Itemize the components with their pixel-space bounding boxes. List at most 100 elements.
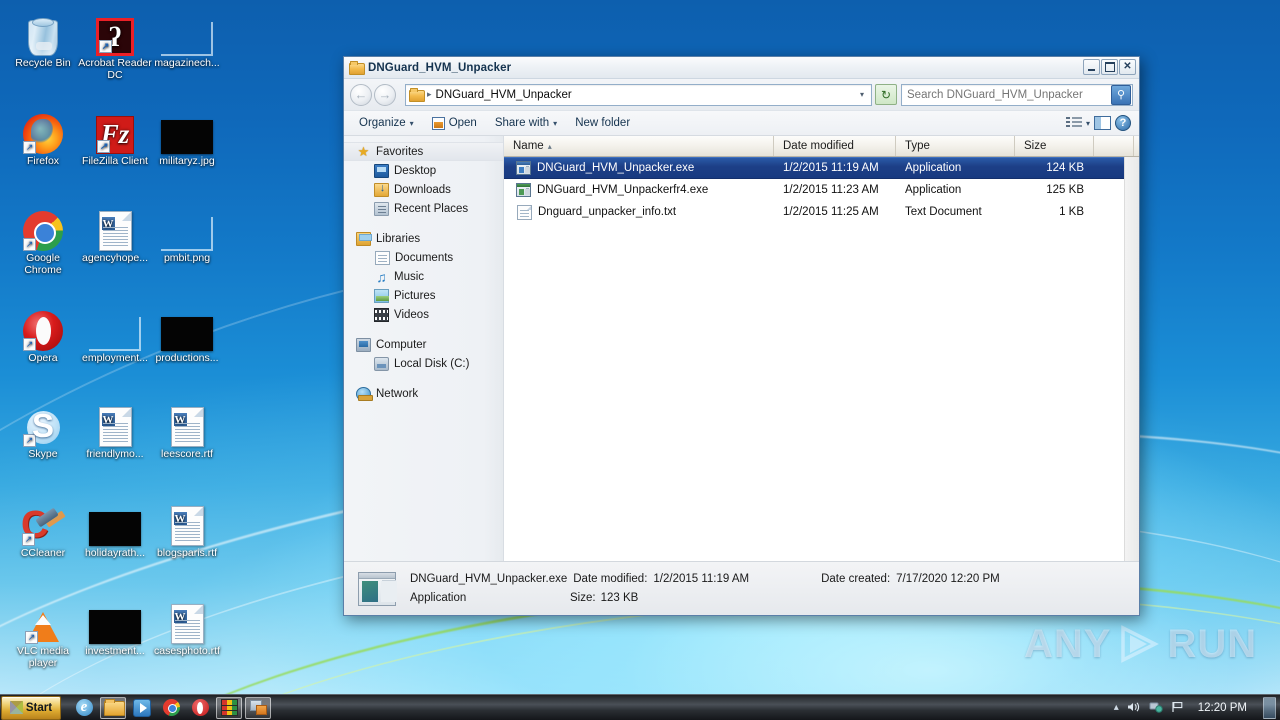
action-center-flag-icon[interactable] (1171, 701, 1184, 715)
details-date-modified-value: 1/2/2015 11:19 AM (653, 572, 750, 585)
taskbar-button-network-app[interactable] (245, 696, 271, 719)
new-folder-button[interactable]: New folder (566, 113, 639, 134)
column-headers: Name ▴ Date modified Type Size (504, 136, 1139, 157)
file-name-cell[interactable]: DNGuard_HVM_Unpackerfr4.exe (504, 183, 774, 197)
doc-icon: W (170, 506, 204, 546)
share-with-button[interactable]: Share with ▾ (486, 113, 566, 134)
search-icon[interactable]: ⚲ (1111, 84, 1131, 105)
help-icon[interactable]: ? (1115, 115, 1131, 131)
desktop-icon-investment[interactable]: investment... (78, 598, 152, 658)
taskbar-button-windows-explorer[interactable] (100, 696, 126, 719)
sidebar-item-computer[interactable]: Computer (344, 335, 503, 354)
desktop-icon-casesphoto-rtf[interactable]: Wcasesphoto.rtf (150, 598, 224, 658)
sidebar-item-pictures[interactable]: Pictures (344, 286, 503, 305)
sidebar-item-network[interactable]: Network (344, 384, 503, 403)
explorer-window[interactable]: DNGuard_HVM_Unpacker ✕ ← → ▸ DNGuard_HVM… (343, 56, 1140, 616)
chevron-down-icon[interactable]: ▾ (1086, 119, 1090, 128)
sidebar-item-videos[interactable]: Videos (344, 305, 503, 324)
desktop-icon-opera[interactable]: ↗ Opera (6, 305, 80, 365)
network-app-icon (249, 700, 267, 715)
desktop-icon-magazinech[interactable]: magazinech... (150, 10, 224, 70)
desktop-icon-google-chrome[interactable]: ↗ Google Chrome (6, 205, 80, 276)
taskbar-clock[interactable]: 12:20 PM (1192, 702, 1253, 714)
column-header-label: Date modified (783, 140, 854, 152)
desktop-icon-productions[interactable]: productions... (150, 305, 224, 365)
view-mode-icon[interactable] (1065, 116, 1082, 130)
sidebar-item-downloads[interactable]: Downloads (344, 180, 503, 199)
navpane-spacer (344, 218, 503, 229)
desktop-icon-blogsparis-rtf[interactable]: Wblogsparis.rtf (150, 500, 224, 560)
desktop-icon-employment[interactable]: employment... (78, 305, 152, 365)
maximize-button[interactable] (1101, 59, 1118, 75)
file-name-cell[interactable]: Dnguard_unpacker_info.txt (504, 204, 774, 220)
table-row[interactable]: Dnguard_unpacker_info.txt 1/2/2015 11:25 … (504, 201, 1139, 223)
taskbar-button-opera[interactable] (187, 697, 213, 719)
desktop-icon-acrobat-reader-dc[interactable]: ʔ ↗ Acrobat Reader DC (78, 10, 152, 81)
desktop-icon-label: Skype (28, 448, 58, 460)
open-button[interactable]: Open (423, 113, 486, 134)
column-header-size[interactable]: Size (1015, 136, 1094, 156)
address-bar[interactable]: ▸ DNGuard_HVM_Unpacker ▾ (405, 83, 872, 106)
close-button[interactable]: ✕ (1119, 59, 1136, 75)
desktop-icon-agencyhope[interactable]: Wagencyhope... (78, 205, 152, 265)
minimize-button[interactable] (1083, 59, 1100, 75)
chevron-down-icon[interactable]: ▾ (856, 90, 868, 99)
desktop-icon-vlc-media-player[interactable]: ↗ VLC media player (6, 598, 80, 669)
taskbar-button-internet-explorer[interactable] (71, 697, 97, 719)
column-header-blank[interactable] (1094, 136, 1134, 156)
blackthumb-icon (161, 317, 213, 351)
back-button[interactable]: ← (350, 83, 372, 106)
desktop-icon-leescore-rtf[interactable]: Wleescore.rtf (150, 401, 224, 461)
file-list-pane[interactable]: Name ▴ Date modified Type Size DNGuard_HVM_U… (504, 136, 1139, 561)
taskbar-button-rubik-app[interactable] (216, 696, 242, 719)
desktop-icon-friendlymo[interactable]: Wfriendlymo... (78, 401, 152, 461)
organize-button[interactable]: Organize ▾ (350, 113, 423, 134)
sidebar-item-recent-places[interactable]: Recent Places (344, 199, 503, 218)
sidebar-item-documents[interactable]: Documents (344, 248, 503, 267)
desktop-icon-label: VLC media player (17, 645, 69, 669)
table-row[interactable]: DNGuard_HVM_Unpacker.exe 1/2/2015 11:19 A… (504, 157, 1139, 179)
column-header-date-modified[interactable]: Date modified (774, 136, 896, 156)
desktop-icon-firefox[interactable]: ↗ Firefox (6, 108, 80, 168)
desktop-icon-label: casesphoto.rtf (154, 645, 220, 657)
show-hidden-icons-icon[interactable]: ▴ (1114, 702, 1119, 713)
taskbar-button-google-chrome[interactable] (158, 697, 184, 719)
taskbar-button-windows-media-player[interactable] (129, 697, 155, 719)
details-size-label: Size: (570, 591, 596, 604)
sidebar-item-libraries[interactable]: Libraries (344, 229, 503, 248)
desktop-icon-filezilla-client[interactable]: Fz ↗ FileZilla Client (78, 108, 152, 168)
sidebar-item-desktop[interactable]: Desktop (344, 161, 503, 180)
desktop-icon-pmbit-png[interactable]: pmbit.png (150, 205, 224, 265)
refresh-button[interactable]: ↻ (875, 84, 897, 105)
column-header-type[interactable]: Type (896, 136, 1015, 156)
table-row[interactable]: DNGuard_HVM_Unpackerfr4.exe 1/2/2015 11:2… (504, 179, 1139, 201)
preview-pane-icon[interactable] (1094, 116, 1111, 130)
start-button[interactable]: Start (1, 695, 61, 720)
desktop-icon-label: CCleaner (20, 547, 66, 559)
desktop-icon-skype[interactable]: ↗Skype (6, 401, 80, 461)
search-box[interactable]: ⚲ (901, 83, 1133, 106)
window-title-bar[interactable]: DNGuard_HVM_Unpacker ✕ (344, 57, 1139, 79)
toolbar-right-group: ▾ ? (1065, 115, 1133, 131)
libraries-icon (356, 231, 372, 246)
desktop-icon-recycle-bin[interactable]: Recycle Bin (6, 10, 80, 70)
sidebar-item-favorites[interactable]: ★ Favorites (344, 142, 503, 161)
desktop-icon-ccleaner[interactable]: ↗CCleaner (6, 500, 80, 560)
sidebar-item-music[interactable]: ♫ Music (344, 267, 503, 286)
network-tray-icon[interactable] (1149, 701, 1163, 715)
show-desktop-button[interactable] (1263, 696, 1276, 719)
sidebar-item-local-disk-c[interactable]: Local Disk (C:) (344, 354, 503, 373)
column-header-label: Size (1024, 140, 1047, 152)
file-rows[interactable]: DNGuard_HVM_Unpacker.exe 1/2/2015 11:19 A… (504, 157, 1139, 561)
desktop-icon-militaryz-jpg[interactable]: militaryz.jpg (150, 108, 224, 168)
breadcrumb[interactable]: DNGuard_HVM_Unpacker (436, 89, 572, 101)
forward-button[interactable]: → (374, 83, 396, 106)
column-header-name[interactable]: Name ▴ (504, 136, 774, 156)
windows-media-player-icon (133, 698, 151, 717)
search-input[interactable] (902, 85, 1111, 104)
details-pane: DNGuard_HVM_Unpacker.exe Date modified: … (344, 561, 1139, 615)
vertical-scrollbar[interactable] (1124, 157, 1139, 561)
volume-icon[interactable] (1127, 701, 1141, 715)
desktop-icon-holidayrath[interactable]: holidayrath... (78, 500, 152, 560)
file-name-cell[interactable]: DNGuard_HVM_Unpacker.exe (504, 161, 774, 175)
